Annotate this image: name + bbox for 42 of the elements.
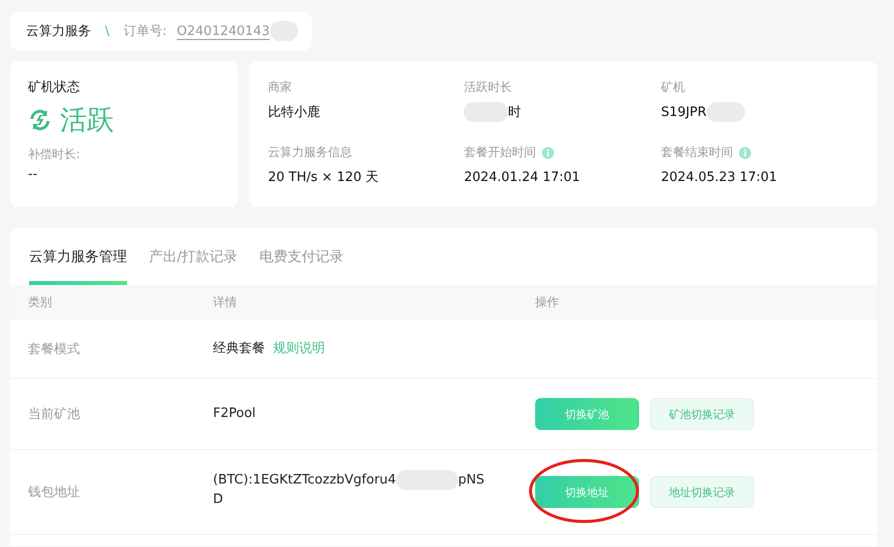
history-button[interactable]: 地址切换记录	[650, 476, 754, 508]
compensation-label: 补偿时长:	[28, 146, 82, 163]
rules-link[interactable]: 规则说明	[273, 341, 325, 356]
status-label: 矿机状态	[28, 79, 81, 96]
breadcrumb-separator: \	[105, 24, 110, 38]
category-cell-text: 钱包地址	[28, 484, 81, 501]
status-value: 活跃	[60, 104, 114, 138]
detail-text: 经典套餐	[213, 341, 265, 356]
tab[interactable]: 产出/打款记录	[149, 244, 238, 285]
info-label: 套餐结束时间	[661, 144, 733, 161]
tab[interactable]: 电费支付记录	[260, 244, 344, 285]
info-value: 20 TH/s × 120 天	[268, 169, 379, 186]
detail-text: (BTC):1EGKtZTcozzbVgforu4	[213, 472, 396, 488]
detail-text: F2Pool	[213, 406, 256, 421]
column-header: 详情	[213, 294, 238, 311]
info-value: 2024.01.24 17:01	[464, 170, 580, 184]
info-value: S19JPR	[661, 104, 706, 120]
order-number: O2401240143	[176, 24, 270, 38]
switch-button[interactable]: 切换地址	[535, 476, 639, 508]
column-header: 操作	[535, 294, 560, 311]
tab[interactable]: 云算力服务管理	[29, 244, 127, 285]
detail-text: pNS	[458, 472, 484, 488]
info-value: 时	[508, 104, 521, 121]
info-label: 商家	[268, 79, 292, 96]
info-label: 矿机	[661, 79, 685, 96]
compensation-value: --	[28, 167, 38, 182]
info-label: 套餐开始时间	[464, 144, 536, 161]
order-label: 订单号:	[123, 23, 167, 40]
info-value: 比特小鹿	[268, 104, 320, 121]
info-icon[interactable]	[542, 146, 554, 158]
category-cell-text: 当前矿池	[28, 406, 81, 423]
info-label: 云算力服务信息	[268, 144, 352, 161]
breadcrumb-title[interactable]: 云算力服务	[26, 22, 91, 40]
info-label: 活跃时长	[464, 79, 512, 96]
switch-button[interactable]: 切换矿池	[535, 398, 639, 430]
history-button[interactable]: 矿池切换记录	[650, 398, 754, 430]
sync-icon	[28, 108, 52, 132]
detail-text: D	[213, 492, 224, 508]
category-cell-text: 套餐模式	[28, 341, 81, 358]
info-icon[interactable]	[739, 146, 751, 158]
column-header: 类别	[28, 294, 53, 311]
info-value: 2024.05.23 17:01	[661, 170, 778, 184]
